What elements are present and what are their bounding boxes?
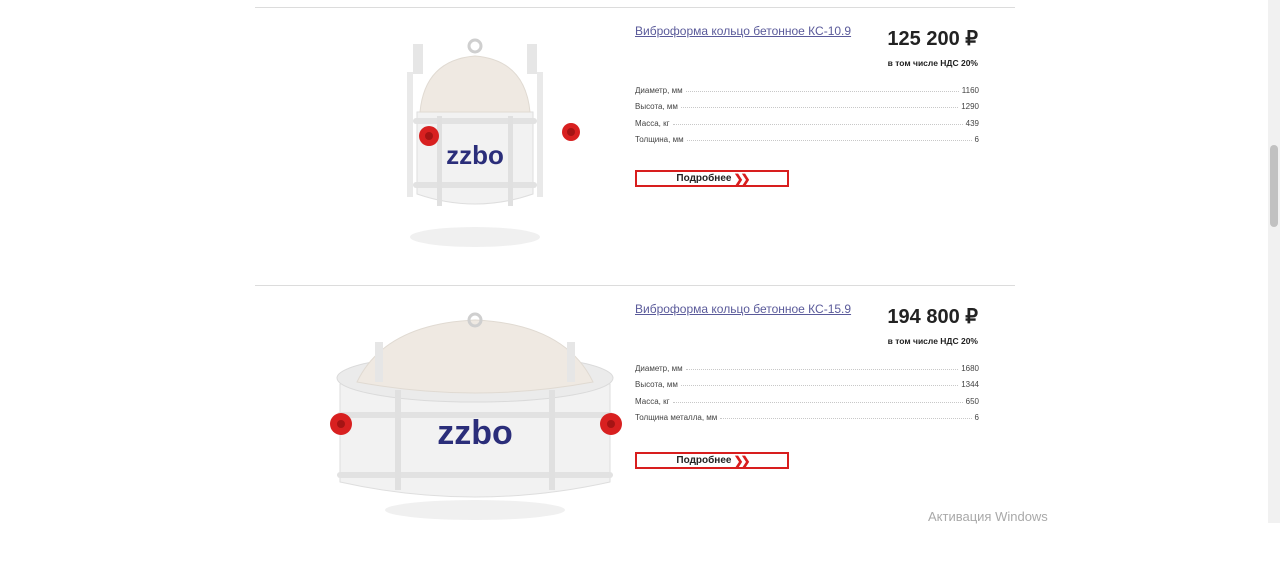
brand-logo: zzbo [437, 414, 513, 452]
vat-note: в том числе НДС 20% [887, 336, 978, 346]
spec-dots [685, 90, 959, 92]
product-image[interactable]: zzbo [325, 32, 625, 272]
spec-value: 6 [974, 413, 979, 423]
spec-row: Высота, мм 1290 [635, 95, 979, 112]
vibroform-image: zzbo [330, 312, 622, 520]
more-details-label: Подробнее [676, 455, 732, 466]
spec-list: Диаметр, мм 1160 Высота, мм 1290 Масса, … [635, 78, 979, 145]
spec-value: 1344 [961, 380, 979, 390]
spec-dots [680, 107, 959, 109]
brand-logo: zzbo [446, 140, 504, 170]
spec-label: Высота, мм [635, 102, 678, 112]
spec-label: Толщина металла, мм [635, 413, 718, 423]
product-title-link[interactable]: Виброформа кольцо бетонное КС-15.9 [635, 302, 851, 316]
vibroform-image: zzbo [407, 38, 580, 247]
product-price: 125 200 ₽ [887, 28, 978, 50]
spec-row: Толщина металла, мм 6 [635, 406, 979, 423]
more-details-button[interactable]: Подробнее ❯❯ [635, 170, 789, 187]
spec-dots [720, 418, 972, 420]
spec-value: 6 [974, 135, 979, 145]
spec-dots [672, 123, 963, 125]
product-price: 194 800 ₽ [887, 306, 978, 328]
spec-row: Диаметр, мм 1160 [635, 78, 979, 95]
vat-note: в том числе НДС 20% [887, 58, 978, 68]
product-title-link[interactable]: Виброформа кольцо бетонное КС-10.9 [635, 24, 851, 38]
double-chevron-right-icon: ❯❯ [733, 453, 750, 468]
spec-value: 439 [965, 118, 979, 128]
spec-value: 650 [965, 396, 979, 406]
spec-value: 1680 [961, 363, 979, 373]
spec-dots [686, 140, 972, 142]
spec-label: Масса, кг [635, 118, 670, 128]
spec-row: Толщина, мм 6 [635, 128, 979, 145]
product-image[interactable]: zzbo [325, 312, 625, 552]
page-scrollbar[interactable] [1268, 0, 1280, 523]
double-chevron-right-icon: ❯❯ [733, 171, 750, 186]
spec-value: 1290 [961, 102, 979, 112]
spec-row: Диаметр, мм 1680 [635, 356, 979, 373]
windows-activation-watermark: Активация Windows [928, 509, 1048, 524]
spec-dots [672, 401, 963, 403]
product-card: zzbo Виброформа кольцо бетонное КС-10.9 … [255, 8, 1015, 286]
spec-dots [680, 385, 959, 387]
spec-label: Диаметр, мм [635, 85, 683, 95]
more-details-button[interactable]: Подробнее ❯❯ [635, 452, 789, 469]
spec-list: Диаметр, мм 1680 Высота, мм 1344 Масса, … [635, 356, 979, 423]
spec-label: Высота, мм [635, 380, 678, 390]
scrollbar-thumb[interactable] [1270, 145, 1278, 227]
spec-value: 1160 [961, 85, 979, 95]
product-card: zzbo Виброформа кольцо бетонное КС-15.9 … [255, 286, 1015, 564]
more-details-label: Подробнее [676, 173, 732, 184]
spec-dots [685, 368, 959, 370]
spec-label: Масса, кг [635, 396, 670, 406]
spec-row: Масса, кг 650 [635, 389, 979, 406]
spec-label: Толщина, мм [635, 135, 684, 145]
spec-label: Диаметр, мм [635, 363, 683, 373]
spec-row: Высота, мм 1344 [635, 373, 979, 390]
spec-row: Масса, кг 439 [635, 111, 979, 128]
